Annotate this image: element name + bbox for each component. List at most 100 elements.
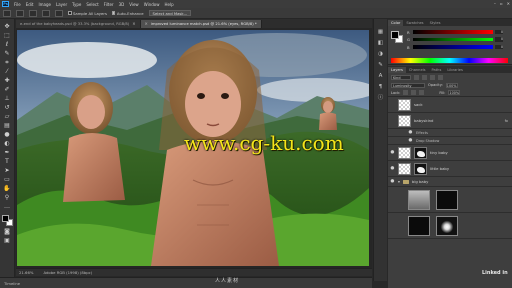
close-icon[interactable]: ✕ <box>507 1 510 6</box>
hand-tool-icon[interactable]: ✋ <box>3 185 12 192</box>
pen-tool-icon[interactable]: ✒ <box>3 149 12 156</box>
tab-layers[interactable]: Layers <box>388 66 406 73</box>
adjustments-icon[interactable]: ◑ <box>377 51 385 58</box>
lock-all-icon[interactable] <box>419 90 425 95</box>
layer-effects-icon[interactable]: fx <box>505 119 508 123</box>
tab-styles[interactable]: Styles <box>427 20 444 27</box>
dodge-tool-icon[interactable]: ◐ <box>3 140 12 147</box>
layer-row[interactable] <box>388 187 512 213</box>
foreground-color-swatch[interactable] <box>1 215 9 222</box>
more-tools-icon[interactable]: … <box>3 203 12 210</box>
layer-row[interactable] <box>388 213 512 239</box>
adjustment-filter-icon[interactable] <box>422 74 427 80</box>
red-value-field[interactable]: 0 <box>495 29 503 35</box>
brush-tool-icon[interactable]: ✐ <box>3 86 12 93</box>
visibility-eye-icon[interactable]: ● <box>390 150 395 155</box>
tab-paths[interactable]: Paths <box>429 67 445 74</box>
clone-stamp-tool-icon[interactable]: ⊥ <box>3 95 12 102</box>
add-to-selection-icon[interactable] <box>29 9 37 17</box>
info-icon[interactable]: ⓘ <box>377 95 385 102</box>
brush-presets-icon[interactable]: ✎ <box>377 62 385 69</box>
document-tab-active[interactable]: × improved luminance match.psd @ 21.6% (… <box>140 20 262 28</box>
tab-libraries[interactable]: Libraries <box>444 67 466 74</box>
tool-preset-picker[interactable] <box>3 9 11 17</box>
visibility-eye-icon[interactable]: ● <box>408 130 413 135</box>
green-value-field[interactable]: 0 <box>495 37 503 42</box>
menu-filter[interactable]: Filter <box>104 2 114 7</box>
visibility-eye-icon[interactable]: ● <box>390 166 395 171</box>
brush-size-picker[interactable] <box>55 9 63 17</box>
close-icon[interactable]: × <box>132 20 135 28</box>
visibility-eye-icon[interactable] <box>390 118 395 123</box>
menu-window[interactable]: Window <box>144 2 160 7</box>
kind-filter-dropdown[interactable]: Kind <box>391 74 411 80</box>
layer-group-row[interactable]: ● ▾ big baby <box>388 177 512 187</box>
layer-row[interactable]: ● little baby <box>388 161 512 177</box>
menu-select[interactable]: Select <box>86 2 98 7</box>
fill-field[interactable]: 100% <box>448 90 461 95</box>
visibility-eye-icon[interactable] <box>390 102 395 107</box>
layer-row[interactable]: ● tiny baby <box>388 145 512 161</box>
crop-tool-icon[interactable]: ⌗ <box>3 59 12 66</box>
drop-shadow-effect-row[interactable]: ● Drop Shadow <box>388 137 512 145</box>
quick-selection-tool-icon[interactable]: ✎ <box>3 50 12 57</box>
layer-mask-thumbnail[interactable] <box>414 146 427 159</box>
layer-row[interactable]: sack <box>388 97 512 113</box>
menu-help[interactable]: Help <box>164 2 173 7</box>
blue-value-field[interactable]: 0 <box>495 44 503 50</box>
menu-edit[interactable]: Edit <box>26 2 34 7</box>
lock-position-icon[interactable] <box>411 90 417 95</box>
blur-tool-icon[interactable]: ● <box>3 131 12 138</box>
auto-enhance-checkbox[interactable]: Auto-Enhance <box>111 11 144 16</box>
document-tab[interactable]: e-end of the babyheads.psd @ 33.3% (back… <box>16 20 141 28</box>
timeline-tab[interactable]: Timeline <box>4 281 20 286</box>
document-profile[interactable]: Adobe RGB (1998) (8bpc) <box>43 270 92 275</box>
visibility-eye-icon[interactable]: ● <box>390 179 395 184</box>
history-icon[interactable]: ▦ <box>377 29 385 36</box>
menu-image[interactable]: Image <box>38 2 51 7</box>
menu-layer[interactable]: Layer <box>56 2 67 7</box>
layer-mask-thumbnail[interactable] <box>436 189 458 210</box>
layer-effects-row[interactable]: ● Effects <box>388 129 512 137</box>
rectangle-tool-icon[interactable]: ▭ <box>3 176 12 183</box>
shape-filter-icon[interactable] <box>438 74 443 80</box>
close-icon[interactable]: × <box>145 20 148 28</box>
foreground-background-swatches[interactable] <box>1 215 13 226</box>
canvas-area[interactable]: www.cg-ku.com <box>16 28 372 268</box>
color-spectrum-ramp[interactable] <box>391 58 508 63</box>
chevron-down-icon[interactable]: ▾ <box>398 179 400 184</box>
path-selection-tool-icon[interactable]: ➤ <box>3 167 12 174</box>
move-tool-icon[interactable]: ✥ <box>3 23 12 30</box>
minimize-icon[interactable]: – <box>494 1 496 6</box>
eyedropper-tool-icon[interactable]: ⁄ <box>3 68 12 75</box>
zoom-level[interactable]: 21.66% <box>19 270 33 275</box>
lasso-tool-icon[interactable]: ℓ <box>3 41 12 48</box>
menu-file[interactable]: File <box>14 2 21 7</box>
lock-pixels-icon[interactable] <box>403 90 409 95</box>
visibility-eye-icon[interactable]: ● <box>408 138 413 143</box>
opacity-field[interactable]: 100% <box>445 82 458 88</box>
eraser-tool-icon[interactable]: ▱ <box>3 113 12 120</box>
menu-3d[interactable]: 3D <box>119 2 125 7</box>
layer-row[interactable]: babyskind fx <box>388 113 512 129</box>
type-filter-icon[interactable] <box>430 74 435 80</box>
subtract-selection-icon[interactable] <box>42 9 50 17</box>
marquee-tool-icon[interactable]: ⬚ <box>3 32 12 39</box>
screen-mode-icon[interactable]: ▣ <box>3 237 12 244</box>
paragraph-icon[interactable]: ¶ <box>377 84 385 91</box>
history-brush-tool-icon[interactable]: ↺ <box>3 104 12 111</box>
color-panel-swatches[interactable] <box>391 31 403 43</box>
maximize-icon[interactable]: ▫ <box>500 1 503 6</box>
foreground-color-swatch[interactable] <box>391 31 399 39</box>
type-tool-icon[interactable]: T <box>3 158 12 165</box>
tab-swatches[interactable]: Swatches <box>403 20 426 27</box>
layer-mask-thumbnail[interactable] <box>436 215 458 236</box>
menu-type[interactable]: Type <box>72 2 81 7</box>
tab-channels[interactable]: Channels <box>406 67 429 74</box>
blue-slider[interactable] <box>413 45 493 49</box>
healing-brush-tool-icon[interactable]: ✚ <box>3 77 12 84</box>
red-slider[interactable] <box>413 30 493 34</box>
blend-mode-dropdown[interactable]: Luminosity <box>391 82 425 88</box>
character-icon[interactable]: A <box>377 73 385 80</box>
menu-view[interactable]: View <box>129 2 139 7</box>
